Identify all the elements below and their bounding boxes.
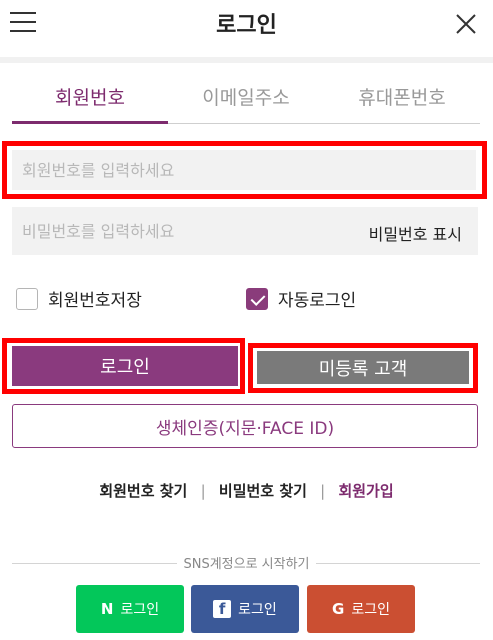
page-title: 로그인 bbox=[216, 13, 277, 38]
auto-login-checkbox-box[interactable] bbox=[246, 287, 268, 310]
login-type-tabs: 회원번호 이메일주소 휴대폰번호 bbox=[12, 62, 480, 124]
auto-login-label: 자동로그인 bbox=[278, 291, 357, 311]
auto-login-checkbox[interactable]: 자동로그인 bbox=[246, 286, 356, 311]
naver-login-label: 로그인 bbox=[120, 602, 160, 618]
tab-email[interactable]: 이메일주소 bbox=[168, 62, 324, 123]
naver-login-button[interactable]: N 로그인 bbox=[76, 585, 184, 633]
save-member-label: 회원번호저장 bbox=[48, 291, 142, 311]
biometric-login-button[interactable]: 생체인증(지문·FACE ID) bbox=[12, 404, 478, 448]
facebook-icon: f bbox=[213, 600, 232, 618]
member-number-input[interactable] bbox=[12, 150, 476, 190]
sns-section-title: SNS계정으로 시작하기 bbox=[0, 553, 493, 572]
facebook-login-button[interactable]: f 로그인 bbox=[191, 585, 299, 633]
google-login-label: 로그인 bbox=[351, 602, 390, 618]
password-field[interactable]: 비밀번호 표시 bbox=[12, 207, 478, 255]
guest-customer-button[interactable]: 미등록 고객 bbox=[257, 351, 469, 384]
tab-member-number[interactable]: 회원번호 bbox=[12, 62, 168, 124]
google-login-button[interactable]: G 로그인 bbox=[307, 585, 415, 633]
show-password-button[interactable]: 비밀번호 표시 bbox=[369, 221, 462, 245]
google-icon: G bbox=[332, 600, 345, 618]
link-separator: | bbox=[200, 482, 206, 500]
save-member-checkbox-box[interactable] bbox=[16, 287, 38, 310]
header: 로그인 bbox=[0, 0, 493, 50]
login-button[interactable]: 로그인 bbox=[12, 346, 238, 386]
naver-icon: N bbox=[100, 600, 114, 618]
link-separator: | bbox=[320, 482, 326, 500]
sign-up-link[interactable]: 회원가입 bbox=[338, 482, 393, 500]
tab-phone[interactable]: 휴대폰번호 bbox=[324, 62, 480, 123]
save-member-checkbox[interactable]: 회원번호저장 bbox=[16, 286, 142, 311]
close-icon[interactable] bbox=[453, 11, 479, 37]
account-links: 회원번호 찾기 | 비밀번호 찾기 | 회원가입 bbox=[0, 480, 493, 501]
find-member-number-link[interactable]: 회원번호 찾기 bbox=[99, 482, 187, 500]
find-password-link[interactable]: 비밀번호 찾기 bbox=[219, 482, 307, 500]
facebook-login-label: 로그인 bbox=[238, 602, 277, 618]
member-number-field[interactable] bbox=[12, 150, 476, 190]
